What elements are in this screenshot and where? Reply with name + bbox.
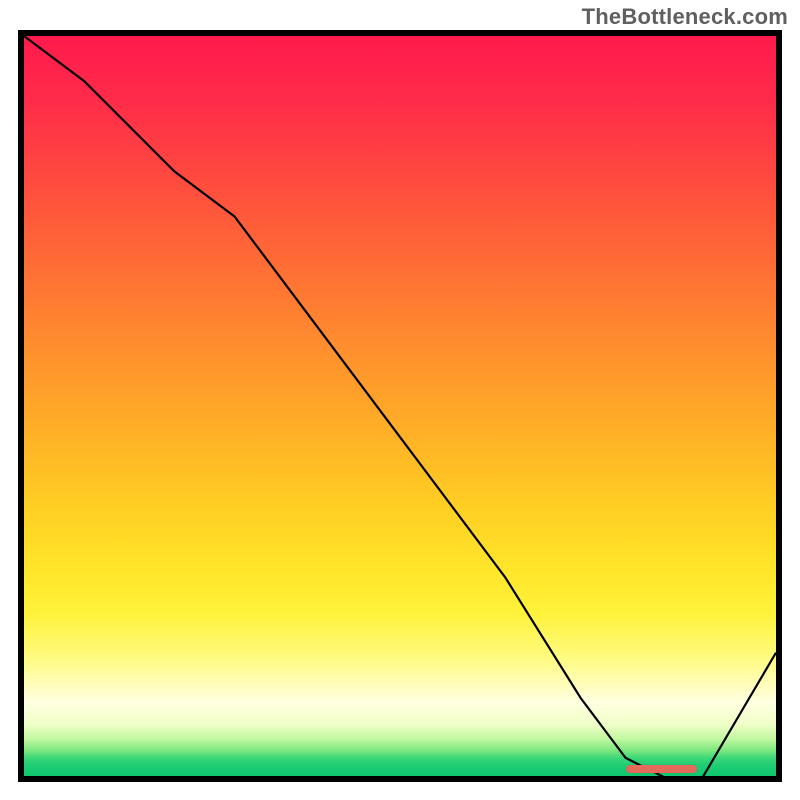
watermark-text: TheBottleneck.com bbox=[582, 4, 788, 30]
gradient-background bbox=[24, 36, 776, 776]
optimal-range-marker bbox=[626, 765, 697, 773]
plot-inner bbox=[24, 36, 776, 776]
plot-area bbox=[18, 30, 782, 782]
chart-container: TheBottleneck.com bbox=[0, 0, 800, 800]
